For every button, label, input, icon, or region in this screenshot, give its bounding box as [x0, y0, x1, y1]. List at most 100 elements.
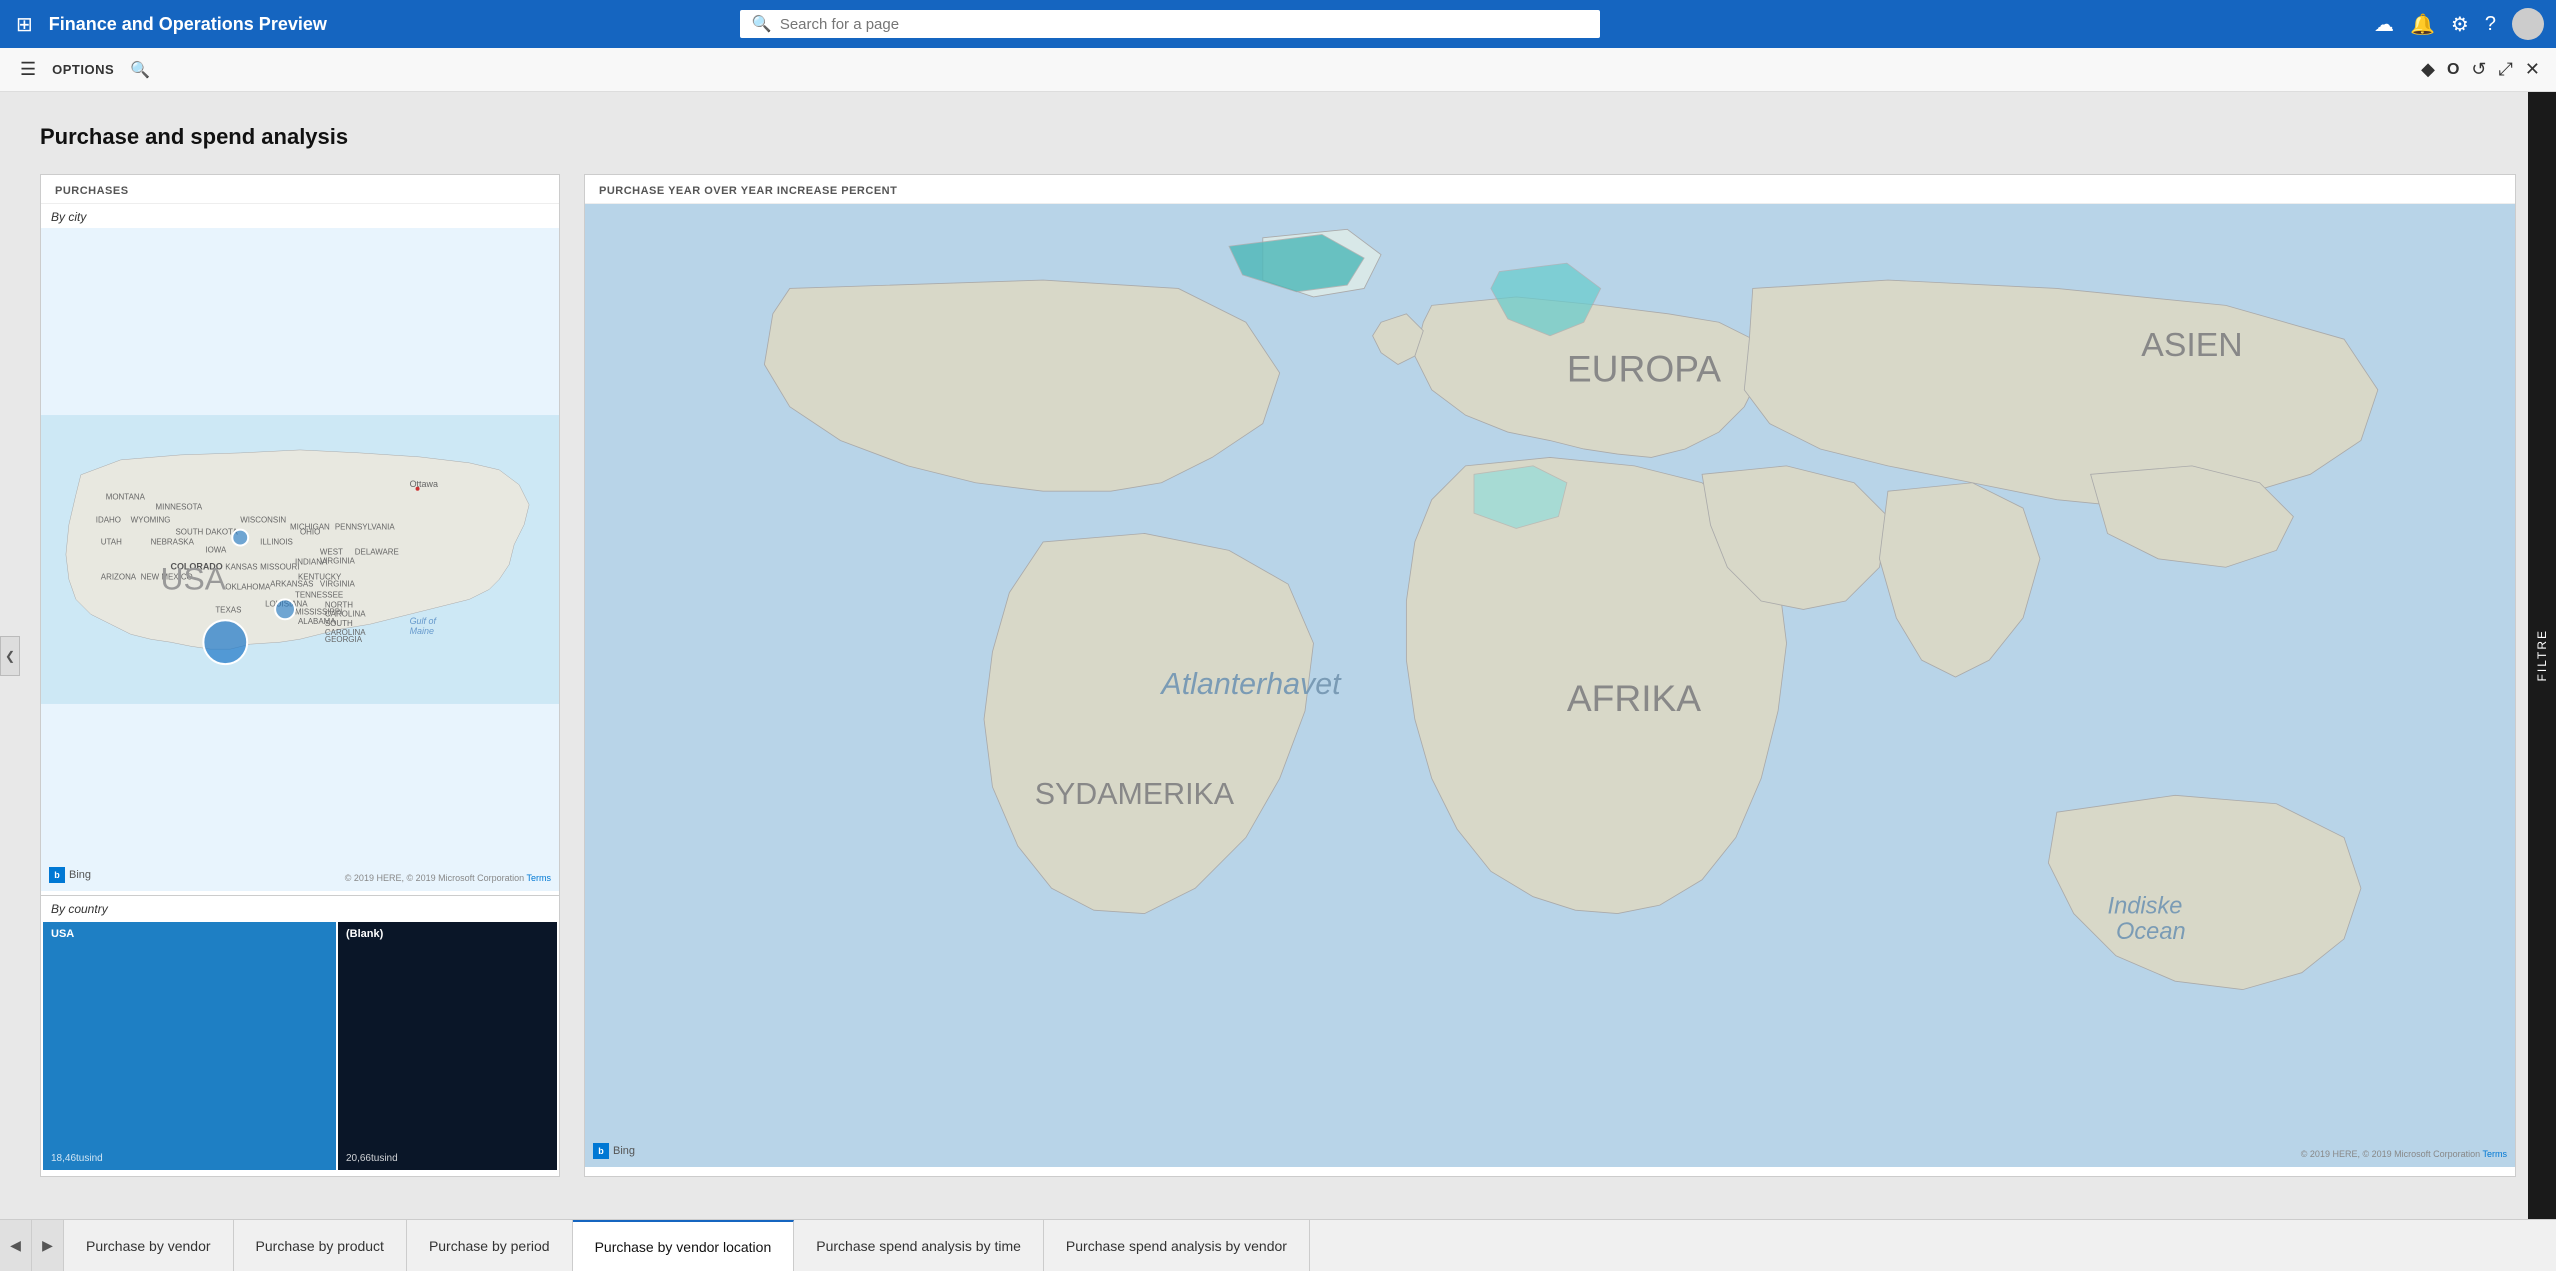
sub-search-icon[interactable]: 🔍	[130, 60, 150, 80]
user-avatar[interactable]	[2512, 8, 2544, 40]
svg-text:EUROPA: EUROPA	[1567, 347, 1721, 389]
svg-text:IOWA: IOWA	[205, 546, 227, 555]
usa-map[interactable]: Gulf of Maine MONTANA MINNESOTA IDAHO WY…	[41, 228, 559, 891]
by-city-label: By city	[41, 204, 559, 228]
refresh-icon[interactable]: ↺	[2471, 59, 2486, 80]
svg-text:SOUTH DAKOTA: SOUTH DAKOTA	[175, 528, 238, 537]
svg-text:WISCONSIN: WISCONSIN	[240, 516, 286, 525]
options-label: OPTIONS	[52, 62, 114, 77]
purchases-panel-title: PURCHASES	[41, 175, 559, 204]
svg-text:TEXAS: TEXAS	[215, 605, 241, 614]
fullscreen-icon[interactable]: ⤢	[2499, 59, 2513, 80]
svg-text:TENNESSEE: TENNESSEE	[295, 590, 343, 599]
svg-text:Ottawa: Ottawa	[410, 479, 438, 489]
svg-text:USA: USA	[161, 560, 227, 596]
world-map-svg: EUROPA ASIEN Atlanterhavet AFRIKA SYDAME…	[585, 204, 2515, 1167]
tab-purchase-by-vendor[interactable]: Purchase by vendor	[64, 1220, 234, 1271]
grid-icon[interactable]: ⊞	[12, 8, 37, 41]
tab-purchase-spend-analysis-by-vendor[interactable]: Purchase spend analysis by vendor	[1044, 1220, 1310, 1271]
filter-sidebar[interactable]: FILTRE	[2528, 92, 2556, 1219]
treemap-container: USA 18,46tusind (Blank) 20,66tusind	[41, 920, 559, 1172]
svg-text:VIRGINIA: VIRGINIA	[320, 556, 356, 565]
svg-text:Indiske: Indiske	[2108, 894, 2183, 920]
svg-text:Atlanterhavet: Atlanterhavet	[1159, 667, 1342, 701]
by-country-section: By country USA 18,46tusind (Blank) 20,66…	[41, 896, 559, 1176]
svg-text:ILLINOIS: ILLINOIS	[260, 538, 293, 547]
collapse-button[interactable]: ❮	[0, 636, 20, 676]
bing-icon-world: b	[593, 1143, 609, 1159]
svg-text:MONTANA: MONTANA	[106, 493, 146, 502]
svg-text:WYOMING: WYOMING	[131, 516, 171, 525]
close-icon[interactable]: ✕	[2525, 59, 2540, 80]
svg-text:IDAHO: IDAHO	[96, 516, 121, 525]
tab-purchase-by-vendor-location[interactable]: Purchase by vendor location	[573, 1220, 795, 1271]
svg-text:AFRIKA: AFRIKA	[1567, 677, 1701, 719]
purchase-yoy-title: PURCHASE YEAR OVER YEAR INCREASE PERCENT	[585, 175, 2515, 204]
svg-text:PENNSYLVANIA: PENNSYLVANIA	[335, 523, 396, 532]
bing-icon: b	[49, 867, 65, 883]
svg-text:ALABAMA: ALABAMA	[298, 617, 336, 626]
svg-text:MISSISSIPPI: MISSISSIPPI	[295, 607, 342, 616]
world-map[interactable]: EUROPA ASIEN Atlanterhavet AFRIKA SYDAME…	[585, 204, 2515, 1167]
usa-treemap-value: 18,46tusind	[51, 1153, 103, 1164]
svg-text:UTAH: UTAH	[101, 538, 122, 547]
diamond-icon[interactable]: ◆	[2421, 59, 2435, 80]
sub-navbar: ☰ OPTIONS 🔍 ◆ O ↺ ⤢ ✕	[0, 48, 2556, 92]
top-nav-right: ☁ 🔔 ⚙ ?	[2374, 8, 2544, 40]
svg-text:DELAWARE: DELAWARE	[355, 548, 399, 557]
bing-watermark-city: b Bing	[49, 867, 91, 883]
app-title: Finance and Operations Preview	[49, 14, 327, 35]
filter-label: FILTRE	[2535, 629, 2549, 681]
help-icon[interactable]: ?	[2485, 13, 2496, 36]
svg-text:Gulf of: Gulf of	[410, 616, 438, 626]
svg-text:OHIO: OHIO	[300, 528, 320, 537]
svg-text:VIRGINIA: VIRGINIA	[320, 579, 356, 588]
tab-next-btn[interactable]: ▶	[32, 1220, 64, 1271]
top-navbar: ⊞ Finance and Operations Preview 🔍 ☁ 🔔 ⚙…	[0, 0, 2556, 48]
purchase-yoy-panel: PURCHASE YEAR OVER YEAR INCREASE PERCENT	[584, 174, 2516, 1177]
blank-treemap-value: 20,66tusind	[346, 1153, 398, 1164]
usa-map-svg: Gulf of Maine MONTANA MINNESOTA IDAHO WY…	[41, 228, 559, 891]
bing-label-world: Bing	[613, 1145, 635, 1157]
tab-prev-btn[interactable]: ◀	[0, 1220, 32, 1271]
bing-watermark-world: b Bing	[593, 1143, 635, 1159]
svg-text:ARIZONA: ARIZONA	[101, 572, 137, 581]
tab-purchase-by-period[interactable]: Purchase by period	[407, 1220, 573, 1271]
svg-text:MISSOURI: MISSOURI	[260, 562, 299, 571]
terms-link-world[interactable]: Terms	[2483, 1149, 2508, 1159]
terms-link-city[interactable]: Terms	[527, 873, 552, 883]
by-country-label: By country	[41, 896, 559, 920]
blank-treemap-label: (Blank)	[346, 928, 383, 940]
svg-text:NEBRASKA: NEBRASKA	[151, 538, 195, 547]
office-icon[interactable]: O	[2447, 61, 2459, 79]
svg-text:Ocean: Ocean	[2116, 919, 2186, 945]
gear-icon[interactable]: ⚙	[2451, 12, 2469, 37]
svg-text:WEST: WEST	[320, 548, 343, 557]
hamburger-icon[interactable]: ☰	[16, 55, 40, 84]
svg-text:Maine: Maine	[410, 626, 434, 636]
tab-bar: ◀ ▶ Purchase by vendor Purchase by produ…	[0, 1219, 2556, 1271]
tab-purchase-by-product[interactable]: Purchase by product	[234, 1220, 407, 1271]
search-input[interactable]	[780, 16, 1588, 33]
bell-icon[interactable]: 🔔	[2410, 12, 2435, 37]
svg-text:ASIEN: ASIEN	[2141, 326, 2242, 364]
svg-text:KANSAS: KANSAS	[225, 562, 257, 571]
svg-text:OKLAHOMA: OKLAHOMA	[225, 582, 271, 591]
search-bar[interactable]: 🔍	[740, 10, 1600, 38]
bing-label: Bing	[69, 869, 91, 881]
svg-text:SYDAMERIKA: SYDAMERIKA	[1035, 777, 1235, 811]
treemap-blank[interactable]: (Blank) 20,66tusind	[338, 922, 557, 1170]
tab-purchase-spend-analysis-by-time[interactable]: Purchase spend analysis by time	[794, 1220, 1044, 1271]
dashboard-row: PURCHASES By city Gulf of Maine MONTANA	[40, 174, 2516, 1177]
treemap-usa[interactable]: USA 18,46tusind	[43, 922, 336, 1170]
copyright-city: © 2019 HERE, © 2019 Microsoft Corporatio…	[345, 873, 551, 883]
cloud-icon[interactable]: ☁	[2374, 12, 2394, 37]
copyright-world: © 2019 HERE, © 2019 Microsoft Corporatio…	[2301, 1149, 2507, 1159]
sub-nav-right: ◆ O ↺ ⤢ ✕	[2421, 59, 2540, 80]
page-title: Purchase and spend analysis	[40, 124, 2516, 150]
main-content: Purchase and spend analysis PURCHASES By…	[0, 92, 2556, 1219]
svg-text:MINNESOTA: MINNESOTA	[156, 503, 203, 512]
usa-treemap-label: USA	[51, 928, 74, 940]
by-city-section: By city Gulf of Maine MONTANA MINNESOTA …	[41, 204, 559, 896]
purchases-panel: PURCHASES By city Gulf of Maine MONTANA	[40, 174, 560, 1177]
